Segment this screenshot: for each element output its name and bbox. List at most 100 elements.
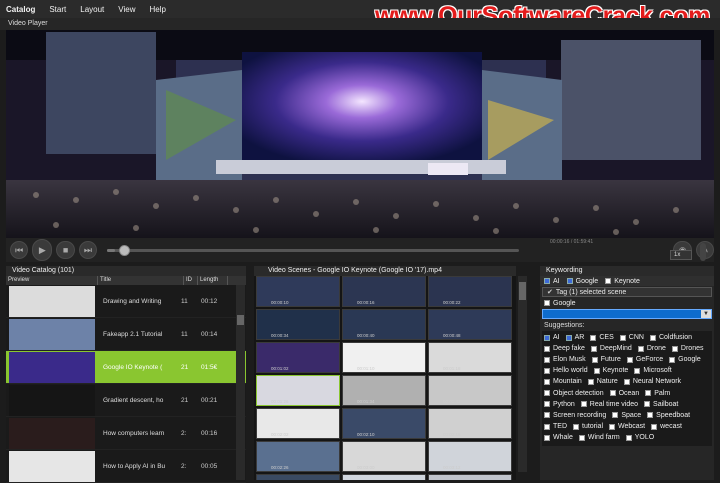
suggestion-checkbox[interactable] [565,334,572,341]
suggestion-item[interactable]: Hello world [544,366,588,375]
suggestion-item[interactable]: Ocean [609,389,639,398]
suggestion-item[interactable]: YOLO [625,433,654,442]
suggestion-item[interactable]: Object detection [544,389,604,398]
menu-start[interactable]: Start [49,5,66,14]
seek-slider[interactable] [107,245,520,256]
suggestion-checkbox[interactable] [644,401,651,408]
catalog-scrollbar[interactable] [236,285,245,480]
suggestion-item[interactable]: tutorial [573,422,603,431]
scene-thumbnail[interactable]: 00:02:02 [256,408,340,439]
scene-thumbnail[interactable]: 00:03:20 [256,474,340,480]
scene-thumbnail[interactable]: 00:03:40 [428,474,512,480]
scene-thumbnail[interactable]: 00:00:22 [428,276,512,307]
next-icon[interactable]: ⏭ [78,241,98,259]
scene-thumbnail[interactable]: 00:01:26 [256,375,340,406]
suggestion-item[interactable]: Microsoft [634,366,672,375]
suggestion-checkbox[interactable] [580,401,587,408]
suggestion-item[interactable]: wecast [651,422,682,431]
suggestion-checkbox[interactable] [669,356,676,363]
scene-thumbnail[interactable]: 00:01:42 [428,375,512,406]
play-icon[interactable]: ▶ [32,239,53,261]
suggestion-checkbox[interactable] [544,345,550,352]
suggestion-item[interactable]: AR [565,333,584,342]
scene-thumbnail[interactable]: 00:03:30 [342,474,426,480]
scene-thumbnail[interactable]: 00:00:16 [342,276,426,307]
scene-thumbnail[interactable]: 00:01:18 [428,342,512,373]
suggestion-checkbox[interactable] [671,345,678,352]
suggestion-item[interactable]: Space [612,411,641,420]
catalog-row[interactable]: Fakeapp 2.1 Tutorial 11 00:14 [6,318,246,351]
tag-checkbox[interactable] [544,278,550,284]
suggestion-checkbox[interactable] [578,434,585,441]
suggestion-item[interactable]: Speedboat [647,411,690,420]
suggestion-item[interactable]: Sailboat [644,400,678,409]
suggestion-item[interactable]: Screen recording [544,411,606,420]
suggestion-checkbox[interactable] [591,356,598,363]
tag-checkbox[interactable] [605,278,612,284]
menu-view[interactable]: View [118,5,135,14]
suggestion-item[interactable]: Elon Musk [544,355,586,364]
menu-catalog[interactable]: Catalog [6,5,35,14]
suggestion-item[interactable]: Nature [587,377,618,386]
catalog-row[interactable]: Drawing and Writing 11 00:12 [6,285,246,318]
catalog-row[interactable]: Google IO Keynote ( 21 01:5€ [6,351,246,384]
catalog-scroll-thumb[interactable] [237,315,244,325]
suggestion-item[interactable]: Google [669,355,701,364]
suggestion-checkbox[interactable] [623,379,630,386]
suggestion-checkbox[interactable] [590,334,597,341]
column-id[interactable]: ID [184,276,198,285]
scene-thumbnail[interactable]: 00:03:00 [342,441,426,472]
suggestion-item[interactable]: Mountain [544,377,582,386]
column-length[interactable]: Length [198,276,228,285]
scene-thumbnail[interactable]: 00:00:34 [256,309,340,340]
suggestion-checkbox[interactable] [544,368,550,375]
suggestion-checkbox[interactable] [544,412,550,419]
suggestion-checkbox[interactable] [573,423,579,430]
catalog-row[interactable]: Gradient descent, ho 21 00:21 [6,384,246,417]
video-frame[interactable] [6,30,714,238]
suggestion-item[interactable]: Python [544,400,575,409]
suggestion-checkbox[interactable] [587,379,594,386]
seek-knob[interactable] [119,245,131,256]
suggestion-checkbox[interactable] [619,334,626,341]
scene-thumbnail[interactable]: 00:01:34 [342,375,426,406]
suggestion-item[interactable]: Future [591,355,621,364]
suggestion-checkbox[interactable] [544,401,550,408]
scene-thumbnail[interactable]: 00:02:10 [342,408,426,439]
suggestion-item[interactable]: Whale [544,433,573,442]
stop-icon[interactable]: ■ [56,241,75,259]
suggestion-checkbox[interactable] [544,334,550,341]
previous-icon[interactable]: ⏮ [10,241,29,259]
scene-thumbnail[interactable]: 00:00:10 [256,276,340,307]
suggestion-item[interactable]: Real time video [580,400,638,409]
column-title[interactable]: Title [98,276,184,285]
suggestion-item[interactable]: CES [590,333,614,342]
tag-selected-scene[interactable]: ✔ Tag (1) selected scene [542,287,712,297]
suggestion-item[interactable]: AI [544,333,560,342]
column-preview[interactable]: Preview [6,276,98,285]
catalog-row[interactable]: How to Apply AI in Bu 2: 00:05 [6,450,246,483]
suggestion-checkbox[interactable] [544,434,550,441]
scene-thumbnail[interactable]: 00:02:26 [256,441,340,472]
suggestion-checkbox[interactable] [651,423,658,430]
suggestion-item[interactable]: Drones [671,344,704,353]
playback-rate-select[interactable]: 1x [670,250,692,260]
suggestion-checkbox[interactable] [637,345,644,352]
scenes-scrollbar[interactable] [518,276,527,472]
keyword-checkbox[interactable] [544,300,550,306]
chevron-down-icon[interactable]: ▼ [701,310,711,318]
suggestion-item[interactable]: Neural Network [623,377,681,386]
suggestion-item[interactable]: CNN [619,333,644,342]
suggestion-item[interactable]: Keynote [593,366,628,375]
menu-help[interactable]: Help [149,5,165,14]
scene-thumbnail[interactable]: 00:01:02 [256,342,340,373]
suggestion-checkbox[interactable] [609,390,616,397]
suggestion-checkbox[interactable] [625,434,632,441]
suggestion-checkbox[interactable] [544,423,550,430]
suggestion-checkbox[interactable] [649,334,656,341]
suggestion-checkbox[interactable] [609,423,616,430]
keyword-input[interactable]: ▼ [542,309,712,319]
suggestion-item[interactable]: DeepMind [590,344,632,353]
menu-layout[interactable]: Layout [80,5,104,14]
suggestion-item[interactable]: Deep fake [544,344,585,353]
